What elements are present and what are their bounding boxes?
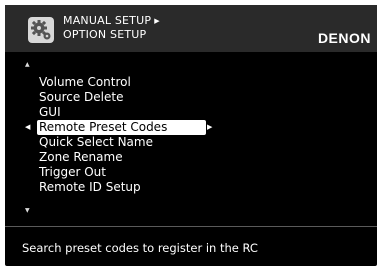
breadcrumb-parent-label: MANUAL SETUP xyxy=(63,14,152,27)
footer-divider xyxy=(5,226,377,227)
scroll-up-icon[interactable]: ▲ xyxy=(25,62,30,68)
menu-item-volume-control[interactable]: Volume Control xyxy=(37,75,133,90)
page-title: OPTION SETUP xyxy=(63,28,147,41)
menu-item-remote-id-setup[interactable]: Remote ID Setup xyxy=(37,180,143,195)
menu-item-source-delete[interactable]: Source Delete xyxy=(37,90,125,105)
breadcrumb-parent: MANUAL SETUP ▶ xyxy=(63,14,160,28)
setup-screen: MANUAL SETUP ▶ OPTION SETUP DENON ▲ Volum… xyxy=(5,5,377,266)
help-text: Search preset codes to register in the R… xyxy=(22,241,258,255)
menu-item-zone-rename[interactable]: Zone Rename xyxy=(37,150,125,165)
header-bar: MANUAL SETUP ▶ OPTION SETUP DENON xyxy=(5,5,377,52)
menu-item-remote-preset-codes[interactable]: Remote Preset Codes xyxy=(37,120,206,135)
brand-logo: DENON xyxy=(317,30,371,46)
menu-item-gui[interactable]: GUI xyxy=(37,105,63,120)
scroll-down-icon[interactable]: ▼ xyxy=(25,208,30,214)
gear-icon xyxy=(28,17,54,43)
menu-item-trigger-out[interactable]: Trigger Out xyxy=(37,165,108,180)
left-arrow-icon[interactable]: ◀ xyxy=(25,120,30,135)
right-arrow-icon[interactable]: ▶ xyxy=(207,120,212,135)
menu-item-quick-select-name[interactable]: Quick Select Name xyxy=(37,135,155,150)
breadcrumb-arrow-icon: ▶ xyxy=(154,17,160,25)
